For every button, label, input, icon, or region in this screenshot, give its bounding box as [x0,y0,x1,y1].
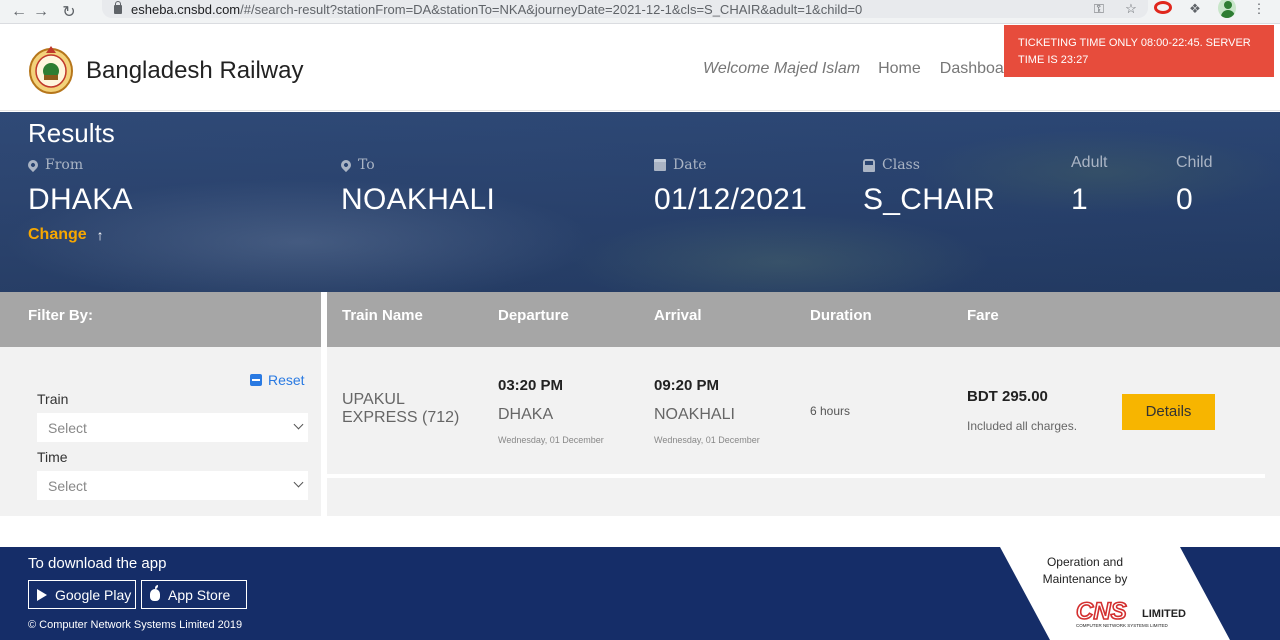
railway-logo-icon[interactable] [28,41,74,95]
svg-text:COMPUTER NETWORK SYSTEMS LIMIT: COMPUTER NETWORK SYSTEMS LIMITED [1076,623,1169,628]
from-field: From DHAKA [25,156,133,217]
reset-filter-button[interactable]: Reset [250,372,305,388]
app-store-label: App Store [168,586,231,603]
browser-toolbar: ← → ↻ esheba.cnsbd.com/#/search-result?s… [0,0,1280,24]
google-play-icon [37,588,47,601]
puzzle-extension-icon[interactable]: ❖ [1186,1,1204,17]
chevron-down-icon [293,477,304,488]
train-result-row: UPAKUL EXPRESS (712) 03:20 PM DHAKA Wedn… [327,347,1265,478]
change-label: Change [28,226,87,243]
fare-cell: BDT 295.00 Included all charges. [967,388,1077,433]
col-duration: Duration [810,307,872,324]
to-label: To [358,157,375,173]
address-bar[interactable]: esheba.cnsbd.com/#/search-result?station… [102,0,1148,18]
col-departure: Departure [498,307,569,324]
train-filter-label: Train [37,391,69,407]
cnsl-logo-icon[interactable]: CNS LIMITED COMPUTER NETWORK SYSTEMS LIM… [1074,595,1194,629]
child-count: 0 [1176,183,1193,216]
col-arrival: Arrival [654,307,702,324]
welcome-text: Welcome Majed Islam [703,60,861,77]
back-arrow-icon[interactable]: ← [8,3,30,21]
minus-square-icon [250,374,262,386]
ticketing-time-alert[interactable]: TICKETING TIME ONLY 08:00-22:45. SERVER … [1004,25,1274,77]
arrival-station: NOAKHALI [654,406,735,423]
child-label: Child [1176,154,1213,171]
train-select-value: Select [48,420,87,436]
date-label: Date [673,157,707,173]
arrival-date: Wednesday, 01 December [654,435,760,445]
class-label: Class [882,157,920,173]
train-name: UPAKUL EXPRESS (712) [342,391,460,426]
train-filter-select[interactable]: Select [37,413,308,442]
forward-arrow-icon[interactable]: → [30,3,52,21]
fare-note: Included all charges. [967,419,1078,433]
lock-icon [114,0,122,14]
arrival-cell: 09:20 PM NOAKHALI Wednesday, 01 December [654,377,760,445]
map-pin-icon [338,157,354,173]
google-play-button[interactable]: Google Play [28,580,136,609]
operator-panel: Operation and Maintenance by CNS LIMITED… [1000,547,1230,640]
filter-panel: Reset Train Select Time Select [0,347,321,516]
calendar-icon [654,159,666,171]
map-pin-icon [25,157,41,173]
profile-avatar-icon[interactable] [1218,0,1236,21]
operation-maintenance-text: Operation and Maintenance by [1042,555,1128,586]
search-summary-banner: Results From DHAKA To NOAKHALI Date 01/1… [0,112,1280,292]
reset-label: Reset [268,372,305,388]
journey-date: 01/12/2021 [654,183,808,216]
app-store-button[interactable]: App Store [141,580,247,609]
copyright-text: © Computer Network Systems Limited 2019 [28,619,243,631]
time-filter-label: Time [37,449,68,465]
adult-label: Adult [1071,154,1108,171]
child-field: Child 0 [1176,154,1212,217]
time-filter-select[interactable]: Select [37,471,308,500]
details-button[interactable]: Details [1122,394,1215,430]
from-label: From [45,157,84,173]
adult-field: Adult 1 [1071,154,1107,217]
google-play-label: Google Play [55,586,132,603]
brand-title[interactable]: Bangladesh Railway [86,57,303,85]
date-field: Date 01/12/2021 [654,156,807,217]
site-footer: To download the app Google Play App Stor… [0,547,1280,640]
from-station: DHAKA [28,183,133,216]
departure-time: 03:20 PM [498,377,564,394]
nav-home-link[interactable]: Home [878,60,921,78]
fare-amount: BDT 295.00 [967,388,1048,405]
departure-cell: 03:20 PM DHAKA Wednesday, 01 December [498,377,604,445]
filter-heading: Filter By: [0,292,321,347]
chevron-down-icon [293,419,304,430]
change-search-button[interactable]: Change ↑ [28,226,104,244]
key-icon[interactable]: ⚿ [1090,1,1108,17]
to-station: NOAKHALI [341,183,496,216]
svg-text:LIMITED: LIMITED [1142,608,1186,620]
reload-icon[interactable]: ↻ [58,2,80,22]
seat-class: S_CHAIR [863,183,996,216]
download-app-text: To download the app [28,555,167,572]
col-fare: Fare [967,307,999,324]
train-icon [863,158,875,172]
time-select-value: Select [48,478,87,494]
to-field: To NOAKHALI [338,156,496,217]
svg-text:CNS: CNS [1076,598,1127,625]
arrival-time: 09:20 PM [654,377,720,394]
url-text: esheba.cnsbd.com/#/search-result?station… [131,1,863,17]
apple-icon [150,584,160,601]
results-table-header: Train Name Departure Arrival Duration Fa… [327,292,1280,347]
star-icon[interactable]: ☆ [1122,1,1140,17]
departure-station: DHAKA [498,406,554,423]
arrow-up-icon: ↑ [96,227,104,243]
menu-kebab-icon[interactable]: ⋮ [1250,1,1268,17]
trip-duration: 6 hours [810,404,851,418]
results-title: Results [28,118,115,148]
col-train-name: Train Name [342,307,423,324]
adult-count: 1 [1071,183,1088,216]
opera-extension-icon[interactable] [1154,1,1172,17]
departure-date: Wednesday, 01 December [498,435,604,445]
class-field: Class S_CHAIR [863,156,995,217]
